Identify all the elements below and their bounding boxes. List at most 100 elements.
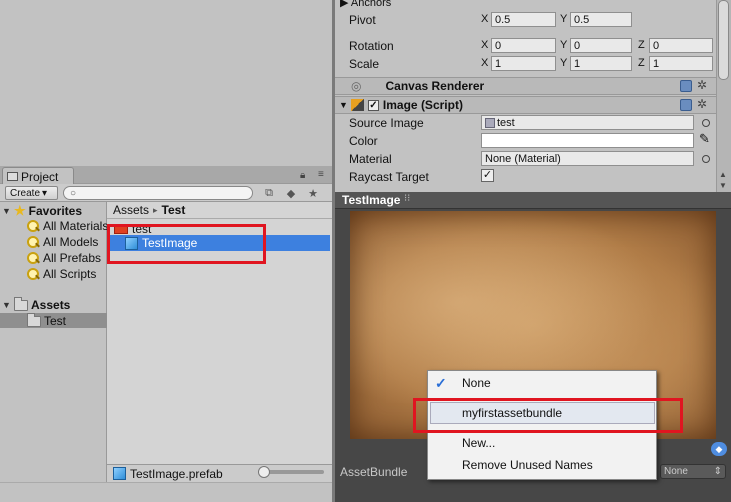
- filter-label-button[interactable]: ◆: [281, 185, 301, 201]
- color-field[interactable]: [481, 133, 694, 148]
- eyedropper-icon[interactable]: ✎: [699, 131, 710, 147]
- canvas-renderer-header[interactable]: ◎ Canvas Renderer: [335, 77, 716, 95]
- axis-z-label: Z: [638, 57, 645, 69]
- pivot-x-field[interactable]: 0.5: [491, 12, 556, 27]
- assets-label: Assets: [31, 298, 71, 312]
- axis-z-label: Z: [638, 39, 645, 51]
- checkmark-icon: ✓: [435, 375, 447, 391]
- breadcrumb-separator-icon: ▸: [153, 204, 158, 215]
- icon-size-slider-thumb[interactable]: [258, 466, 270, 478]
- object-picker-icon[interactable]: [702, 119, 710, 127]
- favorite-item-label: All Materials: [43, 219, 109, 233]
- scroll-down-icon[interactable]: ▼: [719, 181, 727, 190]
- pivot-y-field[interactable]: 0.5: [570, 12, 632, 27]
- lock-icon[interactable]: 🔒︎: [300, 170, 305, 181]
- gear-icon[interactable]: ✲: [697, 97, 707, 111]
- raycast-target-label: Raycast Target: [349, 170, 429, 184]
- annotation-highlight-box: [107, 224, 266, 264]
- filter-type-button[interactable]: ⧉: [259, 185, 279, 201]
- help-icon[interactable]: [680, 80, 692, 92]
- menu-item-new[interactable]: New...: [462, 436, 495, 450]
- scale-x-field[interactable]: 1: [491, 56, 556, 71]
- scene-area: [0, 0, 332, 165]
- help-icon[interactable]: [680, 99, 692, 111]
- anchors-foldout[interactable]: ▶ Anchors: [340, 0, 391, 9]
- source-image-field[interactable]: test: [481, 115, 694, 130]
- drag-handle-icon[interactable]: ⁝⁝: [404, 193, 410, 204]
- tree-item-label: Test: [44, 314, 67, 328]
- axis-y-label: Y: [560, 57, 568, 69]
- expand-triangle-icon[interactable]: ▼: [2, 300, 11, 310]
- assets-header[interactable]: ▼ Assets: [2, 296, 71, 312]
- menu-item-remove-unused-names[interactable]: Remove Unused Names: [462, 458, 593, 472]
- axis-x-label: X: [481, 39, 489, 51]
- expand-triangle-icon[interactable]: ▶: [340, 0, 348, 9]
- favorite-button[interactable]: ★: [303, 185, 323, 201]
- variant-select-value: None: [664, 466, 688, 477]
- scale-y-field[interactable]: 1: [570, 56, 632, 71]
- anchors-label: Anchors: [350, 0, 392, 9]
- status-file-label: TestImage.prefab: [130, 466, 223, 481]
- rotation-label: Rotation: [349, 39, 394, 53]
- material-label: Material: [349, 152, 392, 166]
- gear-icon[interactable]: ✲: [697, 78, 707, 92]
- create-button-label: Create: [10, 187, 41, 199]
- sprite-icon: [485, 117, 495, 128]
- breadcrumb-root[interactable]: Assets: [113, 203, 149, 217]
- rotation-x-field[interactable]: 0: [491, 38, 556, 53]
- favorite-item-all-models[interactable]: All Models: [27, 235, 98, 249]
- raycast-target-checkbox[interactable]: ✓: [481, 169, 494, 182]
- favorite-item-label: All Scripts: [43, 267, 97, 281]
- breadcrumb: Assets ▸ Test: [107, 202, 332, 219]
- favorites-header[interactable]: ▼ ★ Favorites: [2, 203, 82, 219]
- breadcrumb-current[interactable]: Test: [162, 203, 186, 217]
- rotation-y-field[interactable]: 0: [570, 38, 632, 53]
- folder-icon: [27, 312, 41, 327]
- tab-project[interactable]: Project: [2, 167, 74, 185]
- favorite-item-all-materials[interactable]: All Materials: [27, 219, 108, 233]
- star-icon: ★: [308, 187, 318, 200]
- create-button[interactable]: Create ▾: [5, 186, 58, 200]
- pivot-label: Pivot: [349, 13, 376, 27]
- component-title: Canvas Renderer: [385, 79, 485, 93]
- type-filter-icon: ⧉: [265, 186, 273, 199]
- axis-x-label: X: [481, 13, 489, 25]
- panel-menu-icon[interactable]: ≡: [318, 169, 324, 180]
- prefab-cube-icon: [113, 467, 126, 480]
- menu-item-none[interactable]: None: [462, 376, 491, 390]
- color-label: Color: [349, 134, 378, 148]
- visibility-eye-icon: ◎: [351, 79, 362, 93]
- scroll-up-icon[interactable]: ▲: [719, 170, 727, 179]
- assetbundle-variant-select[interactable]: None ⇕: [660, 464, 726, 479]
- star-icon: ★: [14, 203, 26, 218]
- image-component-icon: [350, 99, 364, 111]
- favorite-item-all-scripts[interactable]: All Scripts: [27, 267, 96, 281]
- object-picker-icon[interactable]: [702, 155, 710, 163]
- label-tag-icon: ◆: [286, 187, 296, 200]
- component-title: Image (Script): [382, 98, 463, 112]
- tree-item-test[interactable]: Test: [27, 312, 67, 328]
- material-field[interactable]: None (Material): [481, 151, 694, 166]
- preview-title: TestImage: [342, 193, 401, 207]
- chevron-updown-icon: ⇕: [713, 466, 722, 477]
- search-input[interactable]: ○: [63, 186, 253, 200]
- favorite-item-all-prefabs[interactable]: All Prefabs: [27, 251, 101, 265]
- source-image-value: test: [497, 116, 515, 129]
- search-icon: ○: [70, 187, 77, 199]
- expand-triangle-icon[interactable]: ▼: [2, 206, 11, 216]
- expand-triangle-icon[interactable]: ▼: [339, 100, 348, 110]
- inspector-scrollbar-thumb[interactable]: [718, 0, 729, 80]
- scale-z-field[interactable]: 1: [649, 56, 713, 71]
- source-image-label: Source Image: [349, 116, 424, 130]
- rotation-z-field[interactable]: 0: [649, 38, 713, 53]
- label-tag-icon[interactable]: ◆: [711, 442, 727, 456]
- axis-y-label: Y: [560, 13, 568, 25]
- image-script-header[interactable]: ▼ ✓ Image (Script): [335, 96, 716, 114]
- axis-x-label: X: [481, 57, 489, 69]
- component-enabled-checkbox[interactable]: ✓: [367, 99, 379, 111]
- favorite-item-label: All Models: [43, 235, 99, 249]
- search-filter-icon: [27, 251, 40, 265]
- project-window-icon: [7, 172, 18, 181]
- favorites-label: Favorites: [28, 204, 83, 218]
- chevron-down-icon: ▾: [42, 187, 48, 199]
